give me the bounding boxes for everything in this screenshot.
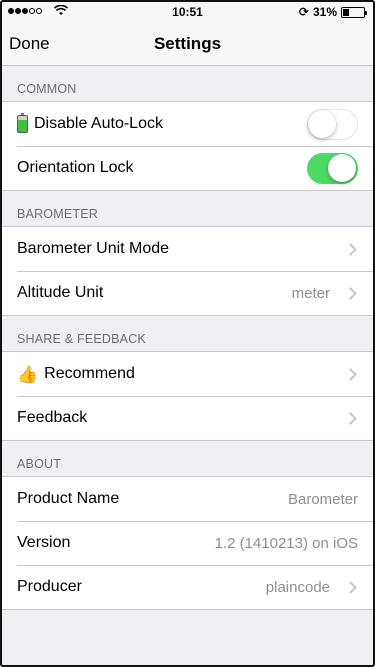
group-common: Disable Auto-Lock Orientation Lock xyxy=(2,101,373,191)
row-label: Barometer Unit Mode xyxy=(17,240,170,257)
status-bar: 10:51 ⟳ 31% xyxy=(2,2,373,22)
battery-emoji-icon xyxy=(17,113,28,133)
section-header-about: ABOUT xyxy=(17,457,62,471)
row-value: Barometer xyxy=(287,490,358,508)
chevron-right-icon xyxy=(344,242,357,256)
row-disable-auto-lock[interactable]: Disable Auto-Lock xyxy=(2,102,373,146)
row-label: Product Name xyxy=(17,490,120,507)
page-title: Settings xyxy=(153,34,222,53)
orientation-lock-icon: ⟳ xyxy=(298,5,309,19)
chevron-right-icon xyxy=(344,580,357,594)
row-label: Altitude Unit xyxy=(17,284,104,301)
row-orientation-lock[interactable]: Orientation Lock xyxy=(2,146,373,190)
row-value: plaincode xyxy=(265,578,330,596)
screen: 10:51 ⟳ 31% Done Settings COMMON Disable… xyxy=(0,0,375,667)
row-label: Disable Auto-Lock xyxy=(34,115,163,132)
row-value: 1.2 (1410213) on iOS xyxy=(214,534,358,552)
row-label: Producer xyxy=(17,578,82,595)
row-label: Orientation Lock xyxy=(17,159,134,176)
chevron-right-icon xyxy=(344,367,357,381)
orientation-lock-toggle[interactable] xyxy=(307,152,358,184)
navigation-bar: Done Settings xyxy=(2,22,373,66)
thumbs-up-icon: 👍 xyxy=(17,364,39,384)
row-feedback[interactable]: Feedback xyxy=(2,396,373,440)
row-label: Recommend xyxy=(44,365,135,382)
row-version: Version 1.2 (1410213) on iOS xyxy=(2,521,373,565)
group-about: Product Name Barometer Version 1.2 (1410… xyxy=(2,476,373,610)
row-value: meter xyxy=(291,284,330,302)
disable-auto-lock-toggle[interactable] xyxy=(307,108,358,140)
row-recommend[interactable]: 👍 Recommend xyxy=(2,352,373,396)
row-product-name: Product Name Barometer xyxy=(2,477,373,521)
chevron-right-icon xyxy=(344,286,357,300)
chevron-right-icon xyxy=(344,411,357,425)
row-altitude-unit[interactable]: Altitude Unit meter xyxy=(2,271,373,315)
group-barometer: Barometer Unit Mode Altitude Unit meter xyxy=(2,226,373,316)
battery-percent: 31% xyxy=(312,5,337,19)
section-header-barometer: BAROMETER xyxy=(17,207,98,221)
group-share: 👍 Recommend Feedback xyxy=(2,351,373,441)
battery-icon xyxy=(341,6,367,18)
row-barometer-unit-mode[interactable]: Barometer Unit Mode xyxy=(2,227,373,271)
section-header-share: SHARE & FEEDBACK xyxy=(17,332,146,346)
row-label: Version xyxy=(17,534,71,551)
section-header-common: COMMON xyxy=(17,82,77,96)
row-label: Feedback xyxy=(17,409,88,426)
row-producer[interactable]: Producer plaincode xyxy=(2,565,373,609)
